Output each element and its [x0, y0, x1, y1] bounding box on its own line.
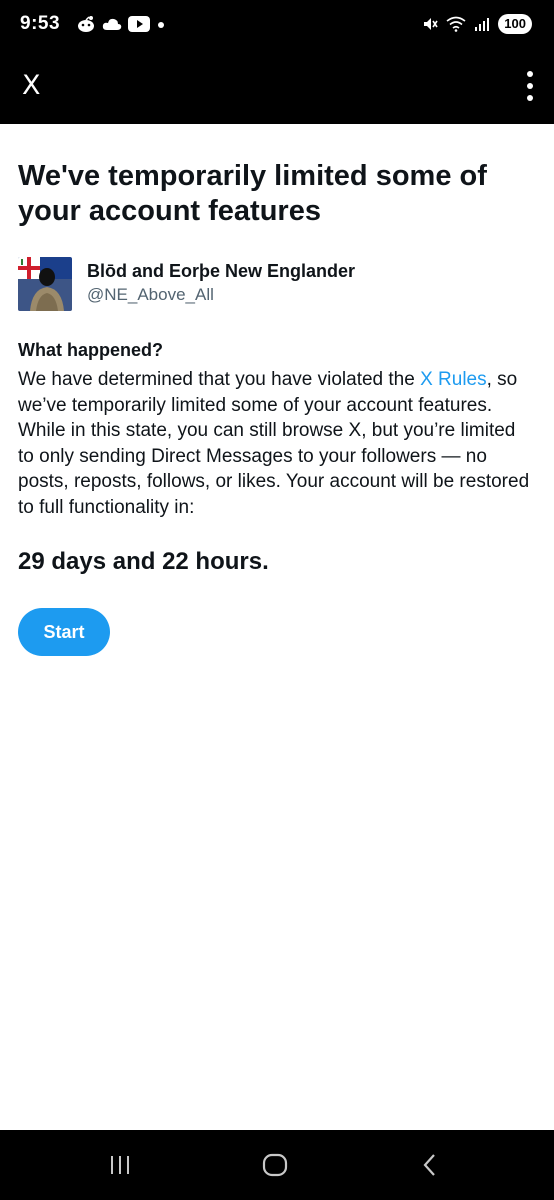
recents-icon [111, 1156, 129, 1174]
avatar [18, 257, 72, 311]
explanation-text-start: We have determined that you have violate… [18, 369, 421, 390]
x-rules-link[interactable]: X Rules [420, 369, 487, 390]
home-button[interactable] [235, 1130, 315, 1200]
reddit-icon [78, 16, 94, 32]
system-nav-bar [0, 1130, 554, 1200]
back-icon [423, 1154, 435, 1176]
start-button[interactable]: Start [18, 608, 110, 656]
notification-dot-icon [158, 22, 164, 28]
explanation-text: We have determined that you have violate… [18, 367, 536, 520]
notification-icons [76, 15, 166, 33]
recents-button[interactable] [80, 1130, 160, 1200]
mute-icon [424, 18, 438, 30]
explanation-text-end: , so we’ve temporarily limited some of y… [18, 369, 530, 518]
account-name: Blōd and Eorþe New Englander [87, 261, 356, 281]
account-handle: @NE_Above_All [87, 285, 214, 304]
app-bar: X [0, 50, 554, 124]
restriction-duration: 29 days and 22 hours. [18, 548, 269, 575]
youtube-icon [128, 16, 150, 32]
close-button[interactable]: X [22, 70, 41, 101]
more-vertical-icon[interactable] [522, 69, 538, 103]
status-time: 9:53 [20, 13, 61, 34]
page-title: We've temporarily limited some of your a… [18, 160, 487, 227]
status-bar: 9:53 100 [0, 0, 554, 50]
wifi-icon [446, 16, 466, 32]
back-button[interactable] [390, 1130, 470, 1200]
system-status: 100 [422, 14, 532, 34]
battery-indicator: 100 [498, 14, 532, 34]
account-card: Blōd and Eorþe New Englander @NE_Above_A… [18, 257, 536, 315]
what-happened-heading: What happened? [18, 340, 163, 360]
home-icon [262, 1153, 288, 1177]
signal-icon [475, 18, 490, 31]
cloud-icon [102, 18, 122, 30]
